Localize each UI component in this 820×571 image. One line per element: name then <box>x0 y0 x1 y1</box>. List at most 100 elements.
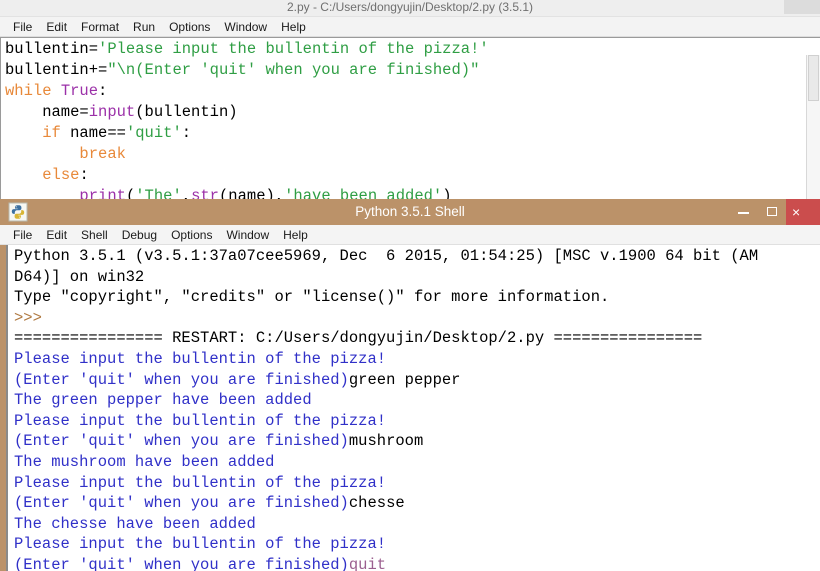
output-line: (Enter 'quit' when you are finished)quit <box>14 555 758 571</box>
editor-scrollbar-thumb[interactable] <box>808 55 819 101</box>
shell-menu-options[interactable]: Options <box>164 226 219 244</box>
screen-root: 2.py - C:/Users/dongyujin/Desktop/2.py (… <box>0 0 820 571</box>
code-span-kw: if <box>42 124 61 142</box>
editor-menu-options[interactable]: Options <box>162 18 217 36</box>
code-span-plain: (bullentin) <box>135 103 238 121</box>
code-span-plain: bullentin= <box>5 40 99 58</box>
output-span-out: (Enter 'quit' when you are finished) <box>14 555 349 571</box>
python-shell-window[interactable]: Python 3.5.1 Shell × File Edit Shell Debug O… <box>0 199 820 571</box>
editor-titlebar[interactable]: 2.py - C:/Users/dongyujin/Desktop/2.py (… <box>0 0 820 17</box>
output-span-restart: ================ RESTART: C:/Users/dongy… <box>14 329 703 348</box>
output-span-out: The chesse have been added <box>14 514 256 533</box>
output-span-out: Please input the bullentin of the pizza! <box>14 411 387 430</box>
shell-title: Python 3.5.1 Shell <box>355 204 465 219</box>
shell-menubar[interactable]: File Edit Shell Debug Options Window Help <box>0 225 820 245</box>
shell-menu-debug[interactable]: Debug <box>115 226 164 244</box>
code-line: break <box>5 144 489 165</box>
close-button[interactable]: × <box>786 199 820 225</box>
code-span-plain <box>5 166 42 184</box>
output-span-inlast: quit <box>348 555 387 571</box>
code-span-kw: while <box>5 82 52 100</box>
code-span-plain: : <box>98 82 108 100</box>
editor-window[interactable]: 2.py - C:/Users/dongyujin/Desktop/2.py (… <box>0 0 820 205</box>
output-span-prompt: >>> <box>14 308 42 327</box>
minimize-icon <box>738 212 749 214</box>
code-span-bi: True <box>60 82 99 100</box>
editor-menu-run[interactable]: Run <box>126 18 162 36</box>
editor-code-text: bullentin='Please input the bullentin of… <box>5 39 489 205</box>
output-span-out: The green pepper have been added <box>14 391 312 410</box>
shell-output-text: Python 3.5.1 (v3.5.1:37a07cee5969, Dec 6… <box>14 246 758 571</box>
output-line: Please input the bullentin of the pizza! <box>14 534 758 555</box>
code-span-plain <box>5 145 79 163</box>
output-line: Python 3.5.1 (v3.5.1:37a07cee5969, Dec 6… <box>14 246 758 267</box>
code-span-bi: input <box>88 103 136 121</box>
code-span-str: 'Please input the bullentin of the pizza… <box>98 40 489 58</box>
output-span-in: mushroom <box>348 432 424 451</box>
code-span-kw: else <box>42 166 80 184</box>
output-span-banner: Type "copyright", "credits" or "license(… <box>14 288 610 307</box>
output-line: (Enter 'quit' when you are finished)ches… <box>14 493 758 514</box>
output-line: The chesse have been added <box>14 514 758 535</box>
code-line: name=input(bullentin) <box>5 102 489 123</box>
editor-window-controls[interactable] <box>784 0 820 14</box>
shell-menu-window[interactable]: Window <box>219 226 276 244</box>
code-span-plain: : <box>181 124 192 142</box>
output-span-out: The mushroom have been added <box>14 452 275 471</box>
output-line: Please input the bullentin of the pizza! <box>14 349 758 370</box>
output-line: (Enter 'quit' when you are finished)mush… <box>14 431 758 452</box>
editor-menu-file[interactable]: File <box>6 18 39 36</box>
minimize-button[interactable] <box>730 199 758 225</box>
output-span-out: (Enter 'quit' when you are finished) <box>14 370 349 389</box>
shell-menu-help[interactable]: Help <box>276 226 315 244</box>
editor-code-area[interactable]: bullentin='Please input the bullentin of… <box>0 37 820 205</box>
editor-vertical-scrollbar[interactable] <box>806 55 820 205</box>
output-line: D64)] on win32 <box>14 267 758 288</box>
code-span-plain: : <box>79 166 89 184</box>
editor-menu-format[interactable]: Format <box>74 18 126 36</box>
code-span-plain <box>52 82 61 100</box>
output-line: The green pepper have been added <box>14 390 758 411</box>
close-icon: × <box>792 204 801 220</box>
shell-menu-file[interactable]: File <box>6 226 39 244</box>
code-line: if name=='quit': <box>5 123 489 144</box>
code-span-str: 'quit' <box>125 124 182 142</box>
code-span-str: "\n(Enter 'quit' when you are finished)" <box>107 61 480 79</box>
editor-menu-window[interactable]: Window <box>217 18 274 36</box>
output-line: (Enter 'quit' when you are finished)gree… <box>14 370 758 391</box>
shell-output-inner[interactable]: Python 3.5.1 (v3.5.1:37a07cee5969, Dec 6… <box>6 245 820 571</box>
code-line: bullentin+="\n(Enter 'quit' when you are… <box>5 60 489 81</box>
code-line: while True: <box>5 81 489 102</box>
editor-title-clip: 2.py - C:/Users/dongyujin/Desktop/2.py (… <box>0 0 820 16</box>
output-line: Please input the bullentin of the pizza! <box>14 411 758 432</box>
code-span-kw: break <box>79 145 126 163</box>
output-span-banner: Python 3.5.1 (v3.5.1:37a07cee5969, Dec 6… <box>14 247 759 265</box>
code-span-plain: name== <box>60 124 126 142</box>
code-span-plain: bullentin+= <box>5 61 108 79</box>
output-span-out: Please input the bullentin of the pizza! <box>14 349 387 368</box>
code-span-plain <box>5 124 42 142</box>
maximize-button[interactable] <box>758 199 786 225</box>
output-line: Type "copyright", "credits" or "license(… <box>14 287 758 308</box>
output-span-out: Please input the bullentin of the pizza! <box>14 535 387 554</box>
code-line: bullentin='Please input the bullentin of… <box>5 39 489 60</box>
editor-menu-edit[interactable]: Edit <box>39 18 74 36</box>
output-line: >>> <box>14 308 758 329</box>
code-line: else: <box>5 165 489 186</box>
shell-menu-edit[interactable]: Edit <box>39 226 74 244</box>
output-line: The mushroom have been added <box>14 452 758 473</box>
shell-titlebar[interactable]: Python 3.5.1 Shell × <box>0 199 820 225</box>
code-span-plain: name= <box>5 103 89 121</box>
output-span-out: Please input the bullentin of the pizza! <box>14 473 387 492</box>
output-span-out: (Enter 'quit' when you are finished) <box>14 494 349 513</box>
shell-menu-shell[interactable]: Shell <box>74 226 115 244</box>
shell-output-area[interactable]: Python 3.5.1 (v3.5.1:37a07cee5969, Dec 6… <box>0 245 820 571</box>
output-span-in: chesse <box>348 494 405 513</box>
output-line: ================ RESTART: C:/Users/dongy… <box>14 328 758 349</box>
editor-menu-help[interactable]: Help <box>274 18 313 36</box>
shell-window-controls[interactable]: × <box>730 199 820 225</box>
maximize-icon <box>767 207 777 216</box>
editor-menubar[interactable]: File Edit Format Run Options Window Help <box>0 17 820 37</box>
editor-title: 2.py - C:/Users/dongyujin/Desktop/2.py (… <box>286 0 534 14</box>
output-span-out: (Enter 'quit' when you are finished) <box>14 432 349 451</box>
